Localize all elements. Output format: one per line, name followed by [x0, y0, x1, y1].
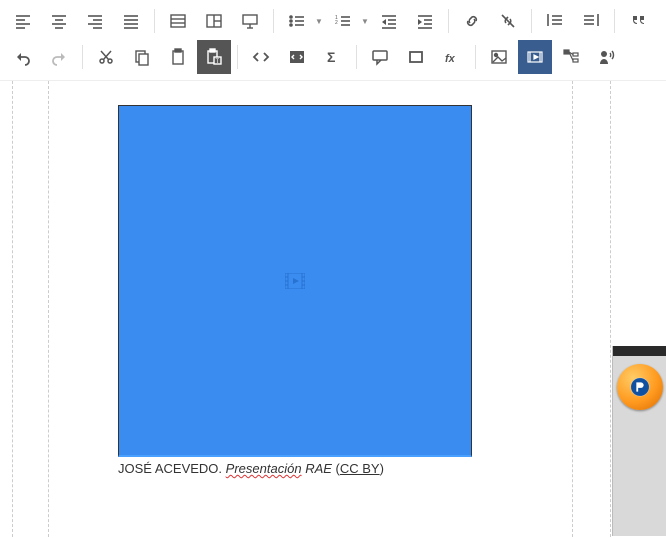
ordered-list-button[interactable]: 12 — [326, 4, 360, 38]
editor-canvas[interactable]: JOSÉ ACEVEDO. Presentación RAE (CC BY) — [0, 81, 666, 537]
separator — [475, 45, 476, 69]
insert-layout-button[interactable] — [197, 4, 231, 38]
align-justify-button[interactable] — [114, 4, 148, 38]
text-to-speech-button[interactable] — [590, 40, 624, 74]
insert-table-button[interactable] — [161, 4, 195, 38]
comment-button[interactable] — [363, 40, 397, 74]
caption-source: RAE — [305, 461, 332, 476]
ordered-list-dropdown[interactable]: ▼ — [360, 4, 370, 38]
formula-button[interactable]: fx — [435, 40, 469, 74]
code-button[interactable] — [244, 40, 278, 74]
caption-title: Presentación — [226, 461, 302, 476]
toolbar-row-2: T Σ fx — [6, 40, 660, 74]
help-bubble[interactable] — [617, 364, 663, 410]
video-button[interactable] — [518, 40, 552, 74]
paste-button[interactable] — [161, 40, 195, 74]
toolbar-row-1: ▼ 12 ▼ — [6, 4, 660, 38]
caption-author: JOSÉ ACEVEDO. — [118, 461, 222, 476]
align-center-button[interactable] — [42, 4, 76, 38]
side-panel — [612, 346, 666, 536]
separator — [237, 45, 238, 69]
align-right-button[interactable] — [78, 4, 112, 38]
separator — [448, 9, 449, 33]
align-left-button[interactable] — [6, 4, 40, 38]
separator — [273, 9, 274, 33]
cut-button[interactable] — [89, 40, 123, 74]
undo-button[interactable] — [6, 40, 40, 74]
increase-indent-button[interactable] — [408, 4, 442, 38]
margin-guide — [48, 81, 49, 537]
video-placeholder[interactable] — [118, 105, 472, 457]
margin-guide — [12, 81, 13, 537]
svg-text:2: 2 — [335, 20, 338, 26]
content-block: JOSÉ ACEVEDO. Presentación RAE (CC BY) — [118, 105, 472, 476]
separator — [82, 45, 83, 69]
insert-presentation-button[interactable] — [233, 4, 267, 38]
code-block-button[interactable] — [280, 40, 314, 74]
unordered-list-button[interactable] — [280, 4, 314, 38]
copy-button[interactable] — [125, 40, 159, 74]
tree-button[interactable] — [554, 40, 588, 74]
logo-icon — [629, 376, 651, 398]
separator — [531, 9, 532, 33]
indent-button[interactable] — [574, 4, 608, 38]
link-button[interactable] — [455, 4, 489, 38]
separator — [614, 9, 615, 33]
caption-license: CC BY — [340, 461, 380, 476]
unordered-list-dropdown[interactable]: ▼ — [314, 4, 324, 38]
editor-toolbar: ▼ 12 ▼ T Σ fx — [0, 0, 666, 81]
decrease-indent-button[interactable] — [372, 4, 406, 38]
film-icon — [285, 273, 305, 289]
equation-button[interactable]: Σ — [316, 40, 350, 74]
svg-text:fx: fx — [445, 53, 456, 65]
outdent-button[interactable] — [538, 4, 572, 38]
unlink-button[interactable] — [491, 4, 525, 38]
margin-guide — [610, 81, 611, 537]
svg-text:Σ: Σ — [327, 49, 335, 65]
image-button[interactable] — [482, 40, 516, 74]
paste-text-button[interactable]: T — [197, 40, 231, 74]
video-caption[interactable]: JOSÉ ACEVEDO. Presentación RAE (CC BY) — [118, 461, 472, 476]
redo-button[interactable] — [42, 40, 76, 74]
separator — [154, 9, 155, 33]
box-button[interactable] — [399, 40, 433, 74]
svg-text:T: T — [216, 59, 220, 65]
margin-guide — [572, 81, 573, 537]
separator — [356, 45, 357, 69]
blockquote-button[interactable] — [621, 4, 655, 38]
